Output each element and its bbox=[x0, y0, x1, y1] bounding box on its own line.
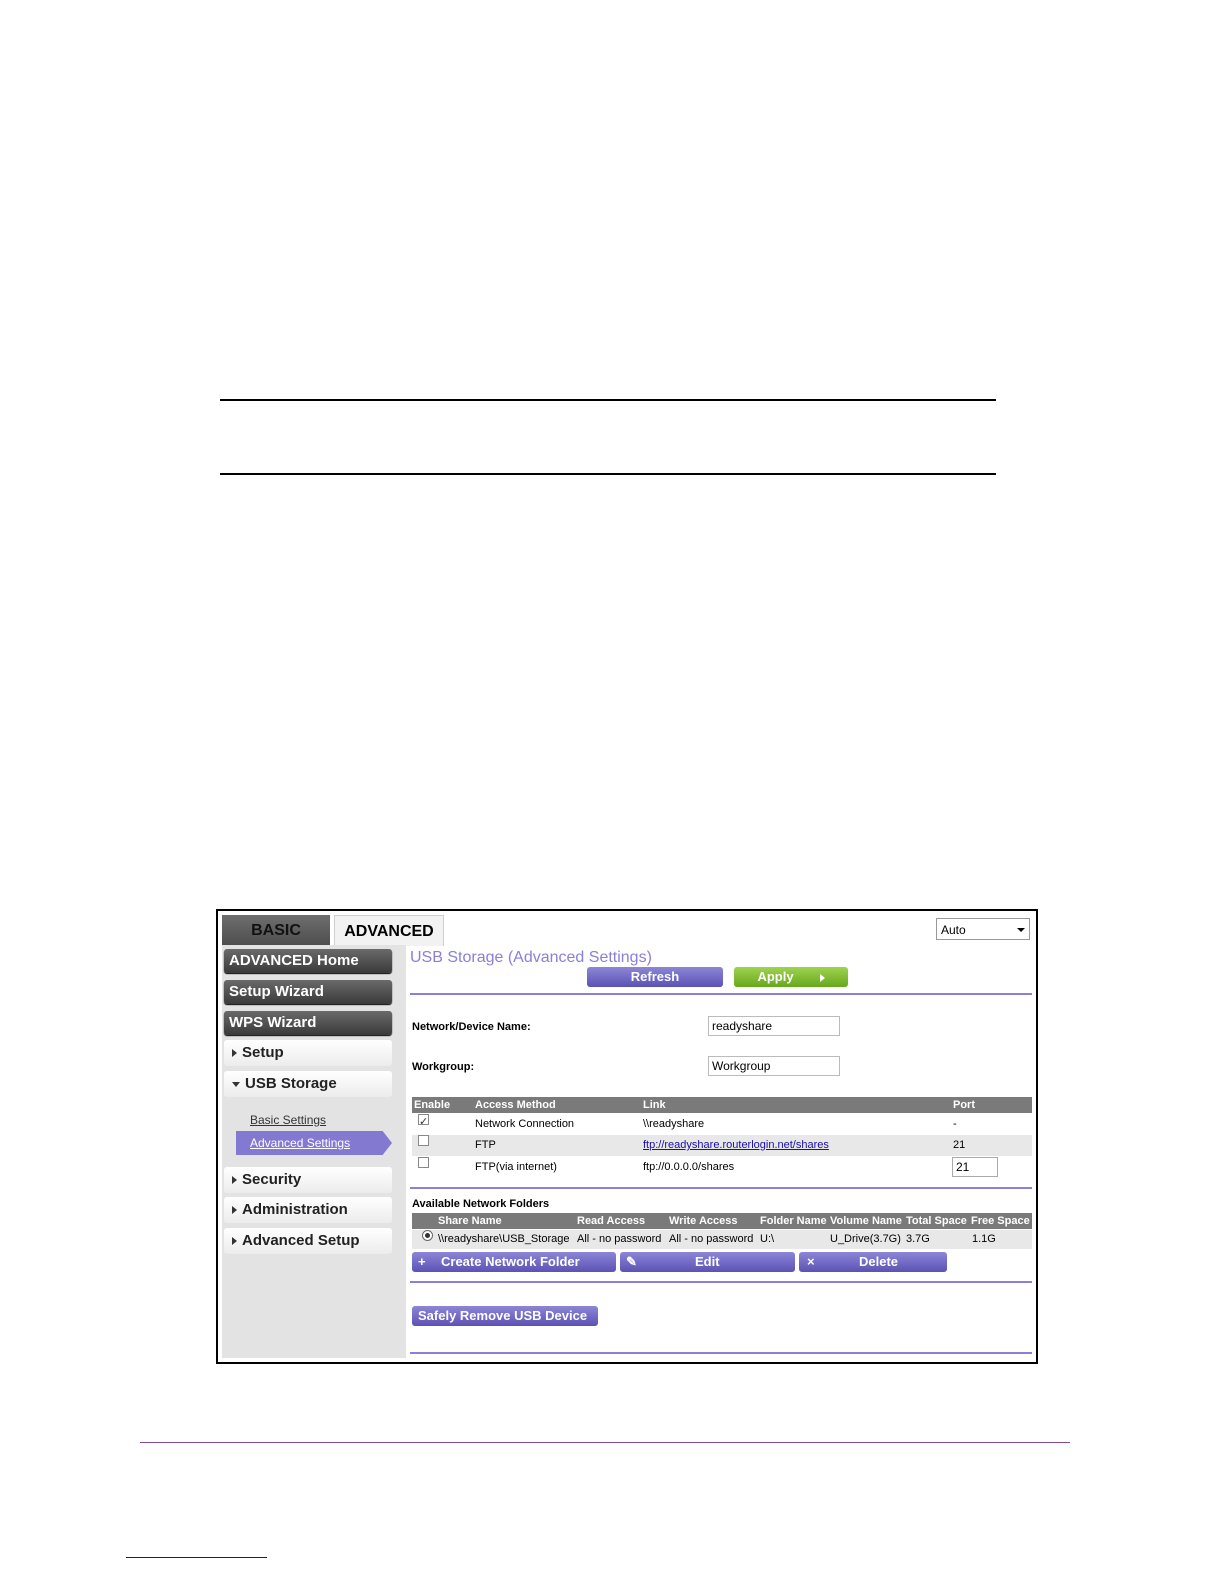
chevron-down-icon bbox=[1017, 928, 1025, 932]
column-header: Link bbox=[643, 1099, 666, 1111]
folder-total-space: 3.7G bbox=[906, 1233, 930, 1245]
column-header: Folder Name bbox=[760, 1215, 827, 1227]
triangle-right-icon bbox=[232, 1176, 237, 1185]
enable-checkbox[interactable] bbox=[418, 1157, 429, 1168]
sidebar-item-label: Advanced Setup bbox=[242, 1232, 360, 1249]
edit-label: Edit bbox=[695, 1254, 720, 1269]
access-port: - bbox=[953, 1118, 957, 1130]
language-select[interactable]: Auto bbox=[936, 918, 1030, 940]
footer-rule bbox=[140, 1442, 1070, 1443]
sidebar-item-label: Security bbox=[242, 1171, 302, 1188]
safely-remove-usb-button[interactable]: Safely Remove USB Device bbox=[412, 1306, 598, 1326]
column-header: Share Name bbox=[438, 1215, 502, 1227]
sidebar-item-advanced-home[interactable]: ADVANCED Home bbox=[224, 949, 392, 973]
delete-label: Delete bbox=[859, 1254, 899, 1269]
sidebar-item-setup-wizard[interactable]: Setup Wizard bbox=[224, 980, 392, 1004]
access-method: FTP(via internet) bbox=[475, 1161, 557, 1173]
column-header: Write Access bbox=[669, 1215, 738, 1227]
router-screenshot: BASIC ADVANCED Auto ADVANCED Home Setup … bbox=[216, 909, 1038, 1364]
workgroup-label: Workgroup: bbox=[412, 1061, 475, 1073]
apply-button-label: Apply bbox=[757, 969, 794, 984]
access-link: \\readyshare bbox=[643, 1118, 705, 1130]
column-header: Access Method bbox=[475, 1099, 556, 1111]
footer-link-underline bbox=[126, 1557, 267, 1558]
section-divider bbox=[410, 1352, 1032, 1354]
folder-radio[interactable] bbox=[422, 1230, 433, 1241]
enable-checkbox[interactable] bbox=[418, 1112, 429, 1133]
folder-write-access: All - no password bbox=[669, 1233, 754, 1245]
folder-read-access: All - no password bbox=[577, 1233, 662, 1245]
column-header: Total Space bbox=[906, 1215, 967, 1227]
folder-share-name: \\readyshare\USB_Storage bbox=[438, 1233, 570, 1245]
column-header: Free Space bbox=[971, 1215, 1030, 1227]
section-divider bbox=[410, 1187, 1032, 1189]
folder-free-space: 1.1G bbox=[972, 1233, 996, 1245]
table-row: FTP(via internet) ftp://0.0.0.0/shares bbox=[412, 1157, 1032, 1178]
top-tabs: BASIC ADVANCED bbox=[222, 915, 444, 946]
language-selected: Auto bbox=[941, 923, 966, 937]
folders-table-header: Share Name Read Access Write Access Fold… bbox=[412, 1213, 1032, 1229]
section-divider bbox=[410, 1281, 1032, 1283]
create-network-folder-label: Create Network Folder bbox=[441, 1254, 580, 1269]
create-network-folder-button[interactable]: + Create Network Folder bbox=[412, 1252, 616, 1272]
plus-icon: + bbox=[418, 1254, 426, 1269]
main-content: USB Storage (Advanced Settings) Refresh … bbox=[410, 945, 1032, 1358]
triangle-down-icon bbox=[232, 1081, 240, 1087]
sidebar-item-administration[interactable]: Administration bbox=[224, 1197, 392, 1223]
triangle-right-icon bbox=[232, 1206, 237, 1215]
column-header: Enable bbox=[414, 1099, 451, 1111]
folder-volume-name: U_Drive(3.7G) bbox=[830, 1233, 901, 1245]
delete-button[interactable]: × Delete bbox=[799, 1252, 947, 1272]
sidebar-subitem-advanced-settings[interactable]: Advanced Settings bbox=[236, 1131, 392, 1155]
page-title: USB Storage (Advanced Settings) bbox=[410, 949, 652, 966]
folder-name: U:\ bbox=[760, 1233, 775, 1245]
section-divider bbox=[410, 993, 1032, 995]
access-link: ftp://0.0.0.0/shares bbox=[643, 1161, 735, 1173]
column-header: Read Access bbox=[577, 1215, 646, 1227]
table-row: \\readyshare\USB_Storage All - no passwo… bbox=[412, 1230, 1032, 1249]
sidebar-item-wps-wizard[interactable]: WPS Wizard bbox=[224, 1011, 392, 1035]
sidebar-subitem-basic-settings[interactable]: Basic Settings bbox=[250, 1113, 326, 1127]
sidebar-item-label: Setup bbox=[242, 1044, 284, 1061]
table-row: FTP ftp://readyshare.routerlogin.net/sha… bbox=[412, 1135, 1032, 1156]
access-table-header: Enable Access Method Link Port bbox=[412, 1097, 1032, 1113]
workgroup-input[interactable] bbox=[708, 1056, 840, 1076]
ftp-link[interactable]: ftp://readyshare.routerlogin.net/shares bbox=[643, 1135, 829, 1156]
access-method: Network Connection bbox=[475, 1118, 575, 1130]
refresh-button[interactable]: Refresh bbox=[587, 967, 723, 987]
edit-button[interactable]: ✎ Edit bbox=[620, 1252, 795, 1272]
device-name-input[interactable] bbox=[708, 1016, 840, 1036]
column-header: Port bbox=[953, 1099, 975, 1111]
column-header: Volume Name bbox=[830, 1215, 902, 1227]
arrow-right-icon bbox=[819, 973, 825, 982]
enable-checkbox[interactable] bbox=[418, 1135, 429, 1146]
document-rule-top bbox=[220, 399, 996, 401]
sidebar-item-advanced-setup[interactable]: Advanced Setup bbox=[224, 1228, 392, 1254]
apply-button[interactable]: Apply bbox=[734, 967, 848, 987]
device-name-label: Network/Device Name: bbox=[412, 1021, 531, 1033]
access-method: FTP bbox=[475, 1139, 496, 1151]
access-port: 21 bbox=[953, 1139, 966, 1151]
sidebar-item-usb-storage[interactable]: USB Storage bbox=[224, 1071, 392, 1097]
pencil-icon: ✎ bbox=[626, 1254, 637, 1269]
tab-basic[interactable]: BASIC bbox=[222, 915, 330, 945]
sidebar: ADVANCED Home Setup Wizard WPS Wizard Se… bbox=[222, 945, 406, 1358]
sidebar-item-label: Administration bbox=[242, 1201, 348, 1218]
document-rule-bottom bbox=[220, 473, 996, 475]
tab-advanced[interactable]: ADVANCED bbox=[334, 915, 444, 946]
close-icon: × bbox=[807, 1254, 815, 1269]
ftp-internet-port-input[interactable] bbox=[952, 1157, 998, 1177]
triangle-right-icon bbox=[232, 1237, 237, 1246]
triangle-right-icon bbox=[232, 1049, 237, 1058]
sidebar-item-security[interactable]: Security bbox=[224, 1167, 392, 1193]
table-row: Network Connection \\readyshare - bbox=[412, 1112, 1032, 1135]
sidebar-item-setup[interactable]: Setup bbox=[224, 1040, 392, 1066]
folders-title: Available Network Folders bbox=[412, 1198, 550, 1210]
sidebar-item-label: USB Storage bbox=[245, 1075, 337, 1092]
